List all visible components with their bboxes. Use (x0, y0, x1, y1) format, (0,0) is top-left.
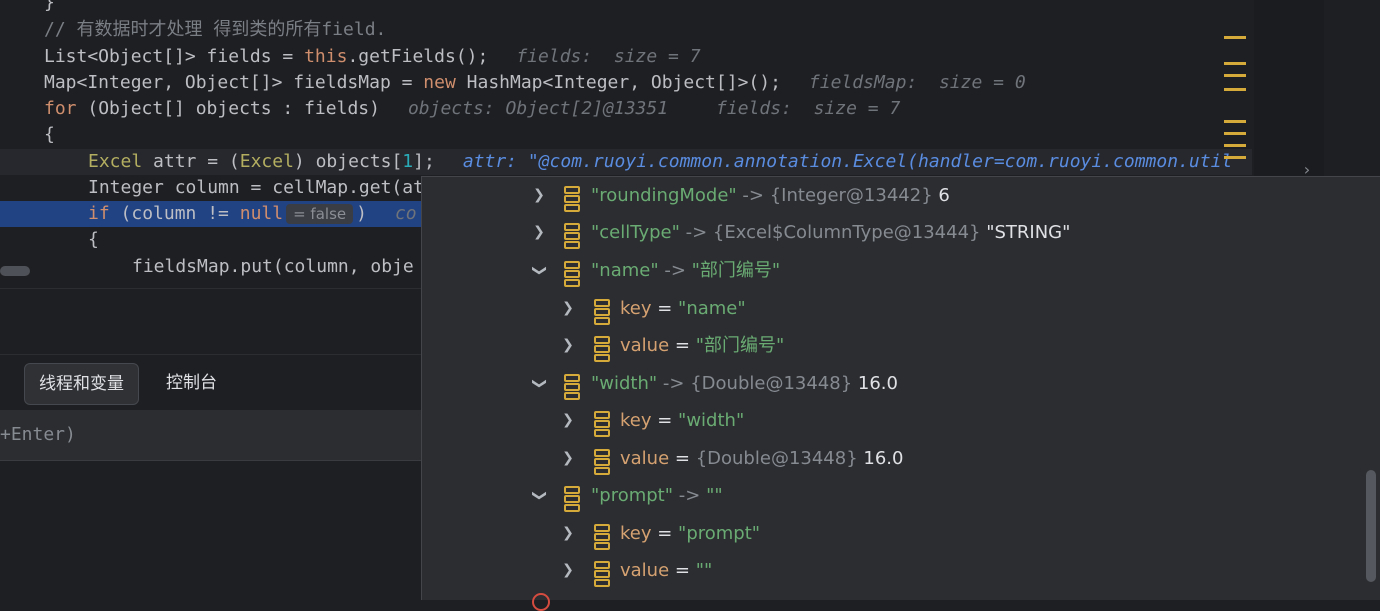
inline-debug-value: fieldsMap: size = 0 (808, 72, 1026, 93)
tree-node-name[interactable]: ❯ "name" -> "部门编号" (422, 252, 1362, 289)
tree-node-width[interactable]: ❯ "width" -> {Double@13448} 16.0 (422, 365, 1362, 402)
error-stripe-marker[interactable] (1224, 88, 1246, 91)
chevron-right-icon[interactable]: ❯ (559, 327, 577, 364)
inline-evaluation-hint: = false (286, 204, 354, 224)
error-icon (532, 593, 550, 611)
popup-vertical-scrollbar[interactable] (1366, 470, 1376, 582)
variable-value-popup[interactable]: ❯ "roundingMode" -> {Integer@13442} 6 ❯ … (421, 176, 1380, 600)
editor-minimap[interactable] (1224, 0, 1380, 176)
field-icon (594, 524, 610, 550)
chevron-right-icon[interactable]: ❯ (530, 177, 548, 214)
tree-node-celltype[interactable]: ❯ "cellType" -> {Excel$ColumnType@13444}… (422, 214, 1362, 251)
debug-tabs: 线程和变量 控制台 (0, 354, 422, 411)
field-icon (564, 223, 580, 249)
error-stripe-marker[interactable] (1224, 36, 1246, 39)
field-icon (594, 411, 610, 437)
horizontal-scrollbar[interactable] (0, 266, 30, 276)
tree-node-roundingmode[interactable]: ❯ "roundingMode" -> {Integer@13442} 6 (422, 177, 1362, 214)
inline-debug-value: fields: size = 7 (516, 46, 701, 67)
tab-console[interactable]: 控制台 (152, 363, 231, 403)
code-line: Map<Integer, Object[]> fieldsMap = new H… (44, 72, 1026, 93)
field-icon (564, 186, 580, 212)
field-icon (594, 299, 610, 325)
code-line: } (44, 0, 55, 13)
inline-debug-value: objects: Object[2]@13351 (407, 98, 669, 119)
field-icon (564, 261, 580, 287)
minimap-track (1254, 0, 1324, 176)
tree-node-value[interactable]: ❯ value = "" (422, 552, 1362, 589)
tab-threads-variables[interactable]: 线程和变量 (24, 363, 139, 405)
inline-debug-value: attr: "@com.ruoyi.common.annotation.Exce… (462, 151, 1233, 172)
evaluate-expression-input[interactable]: +Enter) (0, 410, 422, 460)
code-line: // 有数据时才处理 得到类的所有field. (0, 17, 1252, 43)
tree-node-key[interactable]: ❯ key = "width" (422, 402, 1362, 439)
field-icon (594, 336, 610, 362)
error-stripe-marker[interactable] (1224, 120, 1246, 123)
field-icon (594, 561, 610, 587)
code-line: for (Object[] objects : fields) objects: … (44, 98, 901, 119)
debug-toolbar-area (0, 288, 422, 355)
chevron-right-icon[interactable]: ❯ (559, 440, 577, 477)
chevron-right-icon[interactable]: ❯ (559, 515, 577, 552)
current-code-line: Excel attr = (Excel) objects[1]; attr: "@… (0, 149, 1252, 175)
field-icon (564, 486, 580, 512)
field-icon (564, 374, 580, 400)
code-comment: // 有数据时才处理 得到类的所有field. (44, 19, 387, 40)
field-icon (594, 449, 610, 475)
chevron-right-icon[interactable]: ❯ (559, 402, 577, 439)
tree-node-key[interactable]: ❯ key = "prompt" (422, 515, 1362, 552)
tree-node-value[interactable]: ❯ value = "部门编号" (422, 327, 1362, 364)
tree-node-prompt[interactable]: ❯ "prompt" -> "" (422, 477, 1362, 514)
error-stripe-marker[interactable] (1224, 62, 1246, 65)
code-line: { (44, 124, 55, 145)
error-stripe-marker[interactable] (1224, 132, 1246, 135)
inline-debug-value: fields: size = 7 (716, 98, 901, 119)
tree-node-value[interactable]: ❯ value = {Double@13448} 16.0 (422, 440, 1362, 477)
code-line: List<Object[]> fields = this.getFields()… (44, 46, 701, 67)
chevron-down-icon[interactable]: ❯ (521, 375, 558, 393)
chevron-down-icon[interactable]: ❯ (521, 487, 558, 505)
inline-debug-value: co (394, 203, 417, 224)
tree-node-key[interactable]: ❯ key = "name" (422, 290, 1362, 327)
error-stripe-marker[interactable] (1224, 144, 1246, 147)
variables-panel (0, 460, 422, 600)
error-stripe-marker[interactable] (1224, 74, 1246, 77)
chevron-right-icon[interactable]: ❯ (559, 290, 577, 327)
chevron-right-icon[interactable]: ❯ (559, 552, 577, 589)
error-stripe-marker[interactable] (1224, 156, 1246, 159)
chevron-right-icon[interactable]: ❯ (530, 214, 548, 251)
chevron-down-icon[interactable]: ❯ (521, 262, 558, 280)
